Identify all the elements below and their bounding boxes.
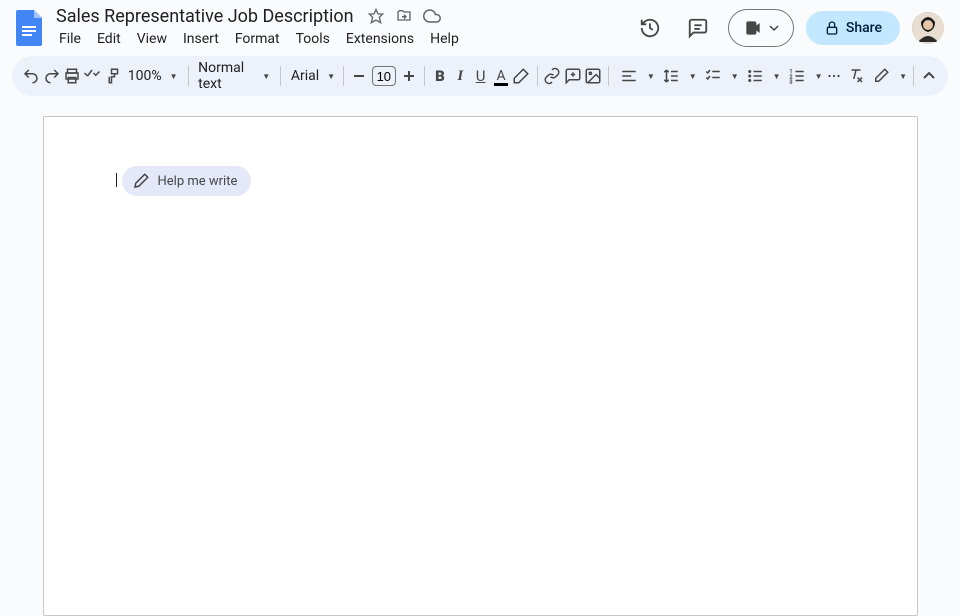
menu-edit[interactable]: Edit [90, 29, 128, 49]
comments-icon[interactable] [680, 10, 716, 46]
chevron-down-icon: ▼ [899, 72, 907, 81]
menu-help[interactable]: Help [423, 29, 466, 49]
header-bar: Sales Representative Job Description Fil… [0, 0, 960, 48]
chevron-down-icon: ▼ [170, 72, 178, 81]
menu-format[interactable]: Format [228, 29, 287, 49]
checklist-button[interactable]: ▼ [699, 62, 739, 90]
zoom-select[interactable]: 100% ▼ [124, 68, 182, 84]
highlight-button[interactable] [512, 62, 530, 90]
pencil-icon [132, 172, 150, 190]
text-color-button[interactable]: A [492, 62, 510, 90]
document-page[interactable]: Help me write [43, 116, 918, 616]
toolbar: 100% ▼ Normal text ▼ Arial ▼ B I U A ▼ ▼ [12, 56, 948, 96]
chevron-down-icon: ▼ [773, 72, 781, 81]
paint-format-button[interactable] [103, 62, 121, 90]
share-button[interactable]: Share [806, 11, 900, 45]
zoom-value: 100% [128, 68, 162, 84]
separator [424, 66, 425, 86]
numbered-list-button[interactable]: 123 ▼ [783, 62, 823, 90]
separator [343, 66, 344, 86]
undo-button[interactable] [22, 62, 40, 90]
chevron-down-icon: ▼ [815, 72, 823, 81]
chevron-down-icon: ▼ [262, 72, 270, 81]
font-value: Arial [291, 68, 319, 84]
chevron-down-icon: ▼ [327, 72, 335, 81]
bold-button[interactable]: B [431, 62, 449, 90]
increase-font-button[interactable] [400, 62, 418, 90]
chevron-down-icon: ▼ [647, 72, 655, 81]
menu-file[interactable]: File [52, 29, 88, 49]
menu-extensions[interactable]: Extensions [339, 29, 421, 49]
clear-formatting-button[interactable] [847, 62, 865, 90]
add-comment-button[interactable] [564, 62, 582, 90]
separator [537, 66, 538, 86]
print-button[interactable] [63, 62, 81, 90]
align-button[interactable]: ▼ [615, 62, 655, 90]
chevron-down-icon [769, 23, 779, 33]
text-cursor [116, 173, 118, 187]
svg-text:3: 3 [789, 80, 792, 86]
meet-button[interactable] [728, 9, 794, 47]
separator [280, 66, 281, 86]
cloud-status-icon[interactable] [422, 6, 442, 26]
title-area: Sales Representative Job Description Fil… [52, 5, 632, 51]
decrease-font-button[interactable] [349, 62, 367, 90]
editing-mode-button[interactable]: ▼ [867, 62, 907, 90]
menu-view[interactable]: View [130, 29, 174, 49]
line-spacing-button[interactable]: ▼ [657, 62, 697, 90]
collapse-toolbar-button[interactable] [920, 62, 938, 90]
move-icon[interactable] [394, 6, 414, 26]
menu-insert[interactable]: Insert [176, 29, 226, 49]
chevron-down-icon: ▼ [689, 72, 697, 81]
menu-bar: File Edit View Insert Format Tools Exten… [52, 27, 632, 51]
help-write-label: Help me write [158, 174, 238, 189]
header-right: Share [632, 9, 944, 47]
style-value: Normal text [198, 60, 254, 92]
italic-button[interactable]: I [451, 62, 469, 90]
lock-icon [824, 20, 840, 36]
canvas: Help me write [0, 104, 960, 616]
separator [608, 66, 609, 86]
history-icon[interactable] [632, 10, 668, 46]
docs-logo[interactable] [12, 10, 48, 46]
separator [188, 66, 189, 86]
doc-title[interactable]: Sales Representative Job Description [52, 6, 358, 27]
title-row: Sales Representative Job Description [52, 5, 632, 27]
avatar[interactable] [912, 12, 944, 44]
separator [913, 66, 914, 86]
chevron-down-icon: ▼ [731, 72, 739, 81]
help-me-write-chip[interactable]: Help me write [122, 166, 252, 196]
underline-button[interactable]: U [472, 62, 490, 90]
insert-link-button[interactable] [543, 62, 561, 90]
paragraph-style-select[interactable]: Normal text ▼ [194, 60, 274, 92]
bullet-list-button[interactable]: ▼ [741, 62, 781, 90]
share-label: Share [846, 20, 882, 36]
menu-tools[interactable]: Tools [289, 29, 337, 49]
font-select[interactable]: Arial ▼ [287, 68, 337, 84]
insert-image-button[interactable] [584, 62, 602, 90]
font-size-input[interactable] [372, 66, 396, 86]
more-button[interactable] [824, 62, 842, 90]
redo-button[interactable] [42, 62, 60, 90]
spellcheck-button[interactable] [83, 62, 101, 90]
star-icon[interactable] [366, 6, 386, 26]
